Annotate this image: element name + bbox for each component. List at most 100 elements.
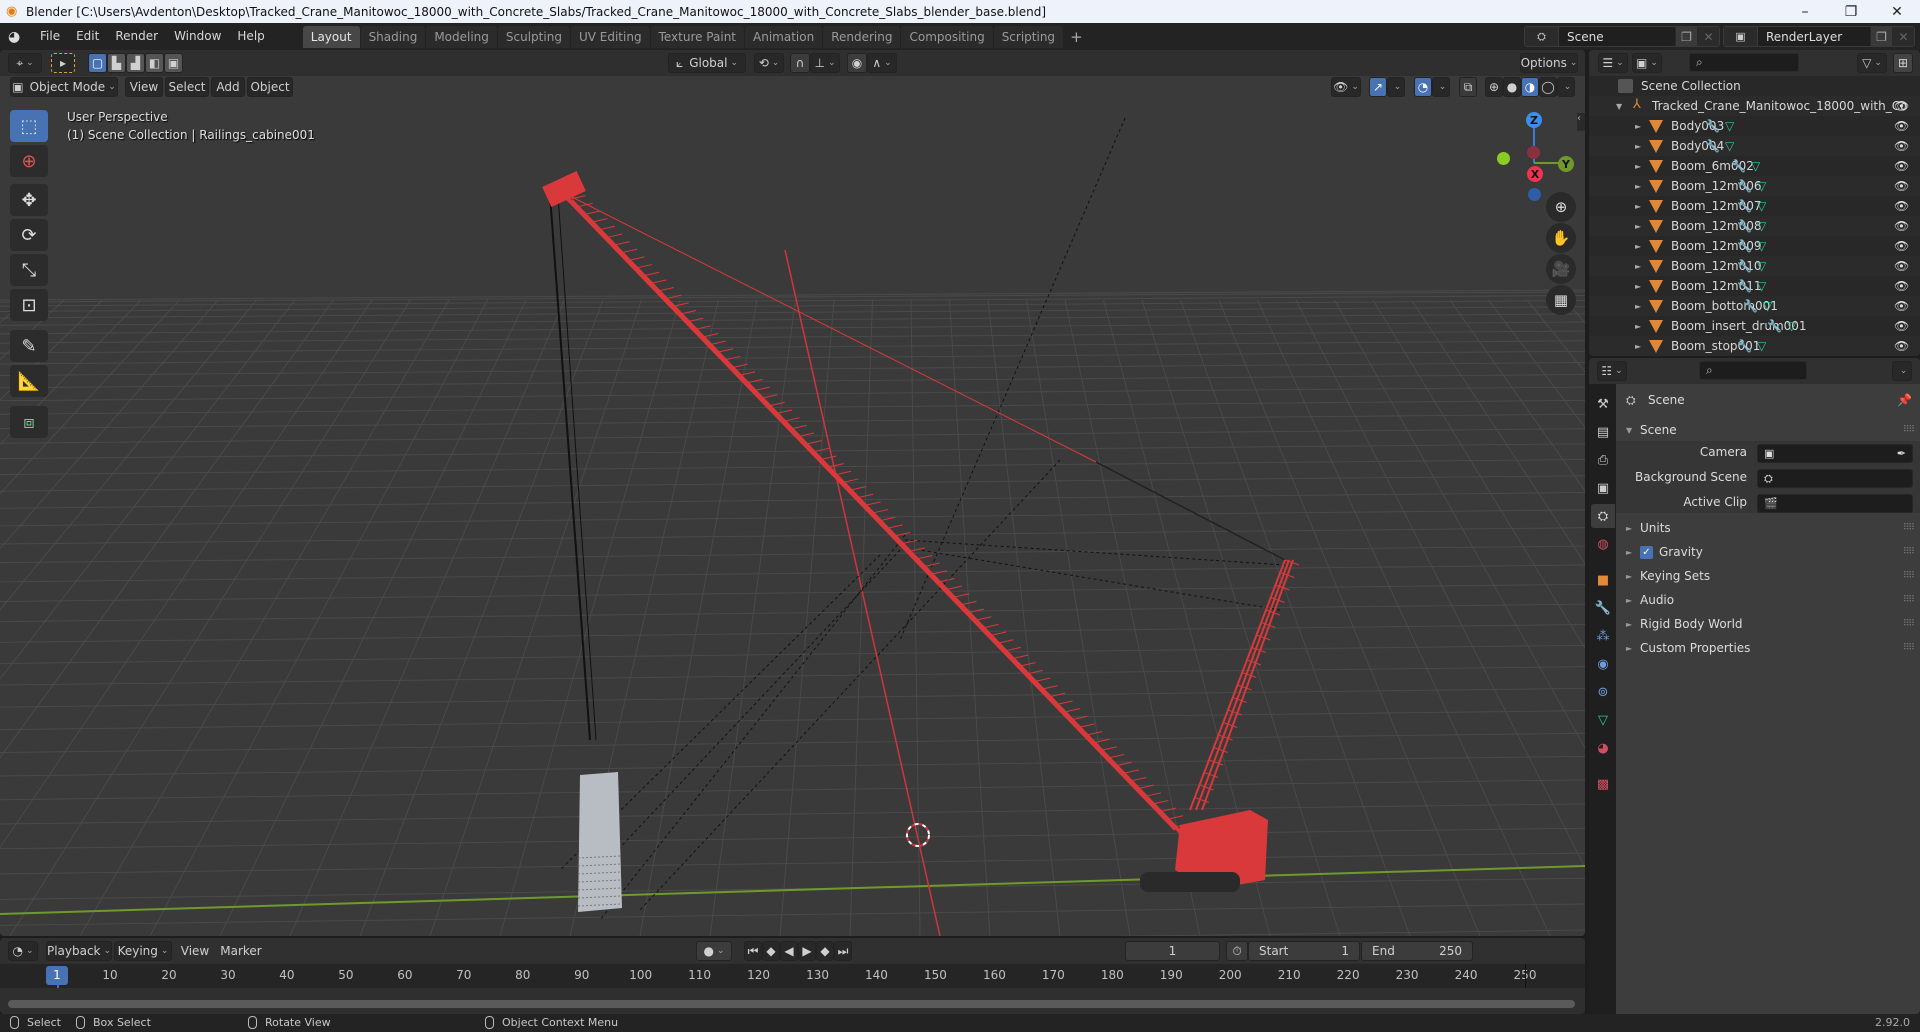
expand-triangle-icon[interactable]: ► — [1635, 282, 1641, 291]
outliner-object-row[interactable]: ► Boom_stop001 🔧 ▽ 👁 — [1589, 336, 1920, 356]
tool-add-cube[interactable]: ⧈ — [10, 406, 48, 438]
mesh-data-icon[interactable]: ▽ — [1763, 299, 1772, 313]
visibility-eye-icon[interactable]: 👁 — [1894, 99, 1909, 113]
tab-animation[interactable]: Animation — [745, 25, 823, 48]
outliner-object-row[interactable]: ► Boom_6m002 🔧 ▽ 👁 — [1589, 156, 1920, 176]
modifier-wrench-icon[interactable]: 🔧 — [1737, 339, 1752, 353]
camera-view-button[interactable]: 🎥 — [1546, 254, 1576, 284]
play-reverse-button[interactable]: ◀ — [780, 941, 798, 961]
visibility-dropdown[interactable]: 👁 ⌄ — [1331, 77, 1361, 97]
jump-start-button[interactable]: ⏮ — [744, 941, 762, 961]
playhead[interactable]: 1 — [46, 966, 68, 985]
marker-menu[interactable]: Marker — [218, 941, 264, 961]
timeline-track[interactable] — [0, 988, 1585, 1014]
outliner-object-row[interactable]: ► Boom_bottom001 🔧 ▽ 👁 — [1589, 296, 1920, 316]
texture-tab[interactable]: ▩ — [1591, 772, 1615, 796]
render-tab[interactable]: ▤ — [1591, 420, 1615, 444]
timeline-view-menu[interactable]: View — [178, 941, 212, 961]
expand-triangle-icon[interactable]: ► — [1635, 122, 1641, 131]
keying-menu[interactable]: Keying ⌄ — [114, 941, 172, 961]
mesh-data-icon[interactable]: ▽ — [1757, 239, 1766, 253]
collapse-triangle-icon[interactable]: ▼ — [1616, 102, 1622, 111]
menu-select[interactable]: Select — [165, 77, 209, 97]
view-layer-selector[interactable]: ▣ RenderLayer ❐ ✕ — [1723, 26, 1915, 47]
modifier-wrench-icon[interactable]: 🔧 — [1743, 299, 1758, 313]
filter-dropdown[interactable]: ▽ ⌄ — [1857, 53, 1887, 73]
gizmo-neg-y-axis[interactable] — [1497, 152, 1510, 165]
tool-transform[interactable]: ⊡ — [10, 289, 48, 321]
tab-shading[interactable]: Shading — [360, 25, 426, 48]
output-tab[interactable]: ⎙ — [1591, 448, 1615, 472]
drag-grip-icon[interactable]: ⠿⠿ — [1903, 425, 1915, 435]
outliner-scene-collection[interactable]: Scene Collection — [1589, 76, 1920, 96]
modifier-wrench-icon[interactable]: 🔧 — [1737, 279, 1752, 293]
visibility-eye-icon[interactable]: 👁 — [1894, 259, 1909, 273]
pan-button[interactable]: ✋ — [1546, 223, 1576, 253]
play-button[interactable]: ▶ — [798, 941, 816, 961]
subpanel-header[interactable]: ► Units ⠿⠿ — [1616, 517, 1920, 539]
gravity-checkbox[interactable]: ✓ — [1640, 545, 1653, 559]
drag-grip-icon[interactable]: ⠿⠿ — [1903, 571, 1915, 581]
add-workspace-button[interactable]: + — [1064, 28, 1089, 46]
ortho-toggle-button[interactable]: ▦ — [1546, 285, 1576, 315]
modifier-wrench-icon[interactable]: 🔧 — [1737, 219, 1752, 233]
rendered-shading-button[interactable]: ◯ — [1539, 77, 1557, 97]
timeline-ruler[interactable]: 10 20 30 40 50 60 70 80 90 100 110 120 130 140 150 160 1… — [0, 964, 1585, 1014]
expand-triangle-icon[interactable]: ► — [1635, 182, 1641, 191]
solid-shading-button[interactable]: ● — [1503, 77, 1521, 97]
outliner-collection-row[interactable]: ▼ ⅄ Tracked_Crane_Manitowoc_18000_with_C… — [1589, 96, 1920, 116]
outliner-object-row[interactable]: ► Boom_12m006 🔧 ▽ 👁 — [1589, 176, 1920, 196]
outliner-search-input[interactable]: ⌕ — [1689, 53, 1799, 72]
gizmo-neg-x-axis[interactable] — [1527, 146, 1540, 159]
camera-field[interactable]: ▣ ✒ — [1757, 444, 1913, 463]
physics-tab[interactable]: ◉ — [1591, 652, 1615, 676]
menu-edit[interactable]: Edit — [68, 23, 107, 50]
copy-layer-icon[interactable]: ❐ — [1870, 27, 1892, 46]
properties-editor-type[interactable]: ☷ ⌄ — [1597, 361, 1627, 381]
timeline-editor-type[interactable]: ◔ ⌄ — [8, 941, 38, 961]
view-layer-name[interactable]: RenderLayer — [1758, 30, 1870, 44]
outliner-object-row[interactable]: ► Body004 🔧 ▽ 👁 — [1589, 136, 1920, 156]
zoom-button[interactable]: ⊕ — [1546, 192, 1576, 222]
menu-add[interactable]: Add — [211, 77, 245, 97]
select-subtract-mode[interactable]: ▟ — [126, 53, 145, 73]
snap-toggle[interactable]: ∩ — [790, 53, 810, 73]
expand-triangle-icon[interactable]: ► — [1635, 322, 1641, 331]
tool-scale[interactable]: ⤡ — [10, 254, 48, 286]
new-collection-button[interactable]: ⊞ — [1893, 53, 1913, 73]
mesh-data-icon[interactable]: ▽ — [1757, 179, 1766, 193]
overlays-dropdown[interactable]: ⌄ — [1432, 77, 1450, 97]
select-tool-button[interactable]: ▸ — [51, 53, 75, 73]
gizmo-neg-z-axis[interactable] — [1528, 188, 1541, 201]
tab-rendering[interactable]: Rendering — [823, 25, 901, 48]
expand-triangle-icon[interactable]: ► — [1635, 202, 1641, 211]
expand-triangle-icon[interactable]: ► — [1635, 142, 1641, 151]
material-tab[interactable]: ◕ — [1591, 736, 1615, 760]
select-extend-mode[interactable]: ▙ — [107, 53, 126, 73]
visibility-eye-icon[interactable]: 👁 — [1894, 119, 1909, 133]
mesh-data-icon[interactable]: ▽ — [1757, 279, 1766, 293]
auto-keying-toggle[interactable]: ● ⌄ — [696, 941, 732, 961]
menu-help[interactable]: Help — [229, 23, 272, 50]
drag-grip-icon[interactable]: ⠿⠿ — [1903, 619, 1915, 629]
viewport-scene[interactable] — [0, 50, 1585, 936]
delete-scene-icon[interactable]: ✕ — [1697, 27, 1719, 46]
select-new-mode[interactable]: ▢ — [88, 53, 107, 73]
tool-select-box[interactable]: ⬚ — [10, 110, 48, 142]
wireframe-shading-button[interactable]: ⊕ — [1485, 77, 1503, 97]
gizmo-y-axis[interactable]: Y — [1558, 156, 1574, 172]
gizmo-toggle[interactable]: ↗ — [1369, 77, 1387, 97]
copy-scene-icon[interactable]: ❐ — [1675, 27, 1697, 46]
view-layer-tab[interactable]: ▣ — [1591, 476, 1615, 500]
overlays-toggle[interactable]: ◔ — [1414, 77, 1432, 97]
tab-uv-editing[interactable]: UV Editing — [570, 25, 650, 48]
visibility-eye-icon[interactable]: 👁 — [1894, 279, 1909, 293]
outliner-object-row[interactable]: ► Boom_insert_drum001 🔧 ▽ 👁 — [1589, 316, 1920, 336]
modifier-wrench-icon[interactable]: 🔧 — [1737, 199, 1752, 213]
mesh-data-icon[interactable]: ▽ — [1787, 319, 1796, 333]
tab-modeling[interactable]: Modeling — [426, 25, 497, 48]
tab-layout[interactable]: Layout — [302, 25, 360, 48]
constraints-tab[interactable]: ⊚ — [1591, 680, 1615, 704]
tool-measure[interactable]: 📐 — [10, 365, 48, 397]
object-tab[interactable]: ■ — [1591, 568, 1615, 592]
